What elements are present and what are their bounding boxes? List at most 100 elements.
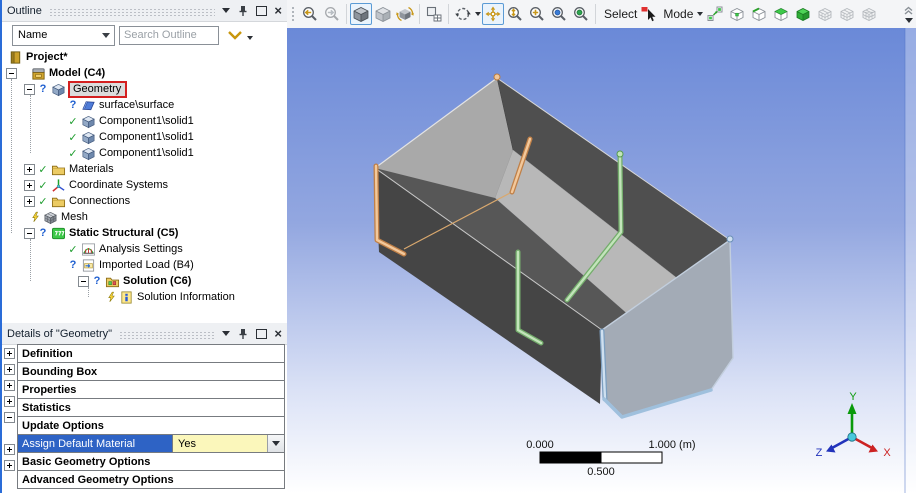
tree-item-imported-load[interactable]: ? Imported Load (B4): [2, 257, 285, 273]
details-expander-advanced-geometry-options[interactable]: [4, 460, 15, 471]
panel-menu-caret-icon[interactable]: [222, 331, 230, 336]
details-expander-statistics[interactable]: [4, 396, 15, 407]
shaded-exterior-view-button[interactable]: [350, 3, 372, 25]
select-face-button[interactable]: [770, 3, 792, 25]
details-category-bounding-box[interactable]: Bounding Box: [17, 362, 285, 381]
pin-icon[interactable]: [237, 328, 249, 340]
details-category-update-options[interactable]: Update Options: [17, 416, 285, 435]
tree-item-solid3[interactable]: ✓ Component1\solid1: [2, 145, 285, 161]
expand-expander[interactable]: [24, 180, 35, 191]
details-expander-bounding-box[interactable]: [4, 364, 15, 375]
zoom-to-fit-button[interactable]: [548, 3, 570, 25]
float-window-icon[interactable]: [256, 329, 267, 339]
graphics-viewport[interactable]: 0.000 1.000 (m) 0.500 Y X Z: [287, 28, 916, 493]
previous-view-button[interactable]: [299, 3, 321, 25]
filter-type-dropdown[interactable]: Name: [12, 25, 115, 46]
fit-selection-button[interactable]: [570, 3, 592, 25]
extend-selection-button[interactable]: [704, 3, 726, 25]
pin-icon[interactable]: [237, 5, 249, 17]
details-panel-header: Details of "Geometry" ×: [2, 323, 287, 345]
surface-body-icon: [81, 98, 96, 113]
float-window-icon[interactable]: [256, 6, 267, 16]
chevron-down-icon: [475, 12, 481, 16]
collapse-expander[interactable]: [24, 84, 35, 95]
viewports-button[interactable]: [423, 3, 445, 25]
next-view-button[interactable]: [321, 3, 343, 25]
details-category-statistics[interactable]: Statistics: [17, 398, 285, 417]
pan-button[interactable]: [482, 3, 504, 25]
tree-item-coordinate-systems[interactable]: ✓ Coordinate Systems: [2, 177, 285, 193]
question-status-icon: ?: [37, 227, 49, 239]
tree-item-solution[interactable]: ? Solution (C6): [2, 273, 285, 289]
collapse-expander[interactable]: [78, 276, 89, 287]
expand-search-chevron-icon[interactable]: [227, 29, 243, 41]
details-expander-definition[interactable]: [4, 348, 15, 359]
select-mesh-element-face-button[interactable]: [836, 3, 858, 25]
toolbar-drag-handle[interactable]: [291, 6, 296, 22]
tree-item-model[interactable]: Model (C4): [2, 65, 285, 81]
tree-item-analysis-settings[interactable]: ✓ Analysis Settings: [2, 241, 285, 257]
panel-menu-caret-icon[interactable]: [222, 8, 230, 13]
dropdown-button[interactable]: [267, 435, 284, 452]
collapse-expander[interactable]: [24, 228, 35, 239]
coordinate-systems-icon: [51, 178, 66, 193]
details-expander-properties[interactable]: [4, 380, 15, 391]
tree-item-static-structural[interactable]: ? Static Structural (C5): [2, 225, 285, 241]
details-property-row: Assign Default Material Yes: [17, 434, 285, 453]
search-input[interactable]: [119, 26, 219, 45]
toolbar-separator: [346, 4, 347, 24]
close-icon[interactable]: ×: [274, 329, 282, 339]
close-icon[interactable]: ×: [274, 6, 282, 16]
triad-origin-sphere: [848, 433, 856, 441]
static-structural-icon: [51, 226, 66, 241]
mode-label[interactable]: Mode: [663, 7, 693, 21]
x-axis-label: X: [883, 447, 891, 459]
rotate-dropdown-caret[interactable]: [474, 3, 482, 25]
tree-item-project[interactable]: Project*: [2, 49, 285, 65]
tree-item-materials[interactable]: ✓ Materials: [2, 161, 285, 177]
window-left-border: [0, 0, 2, 493]
select-mesh-element-button[interactable]: [858, 3, 880, 25]
select-label: Select: [604, 7, 637, 21]
collapse-expander[interactable]: [6, 68, 17, 79]
select-mesh-node-button[interactable]: [814, 3, 836, 25]
project-icon: [8, 50, 23, 65]
expand-expander[interactable]: [24, 196, 35, 207]
mode-dropdown-caret[interactable]: [696, 3, 704, 25]
property-value-dropdown[interactable]: Yes: [172, 435, 284, 452]
details-expander-update-options[interactable]: [4, 412, 15, 423]
select-cursor-icon: [640, 5, 658, 23]
tree-item-solution-information[interactable]: Solution Information: [2, 289, 285, 305]
tree-item-geometry[interactable]: ? Geometry: [2, 81, 285, 97]
search-options-caret-icon[interactable]: [247, 36, 253, 40]
solid-body-icon: [81, 114, 96, 129]
rotate-cube-button[interactable]: [394, 3, 416, 25]
details-category-advanced-geometry-options[interactable]: Advanced Geometry Options: [17, 470, 285, 489]
geometry-icon: [51, 82, 66, 97]
tree-item-connections[interactable]: ✓ Connections: [2, 193, 285, 209]
property-label-assign-default-material[interactable]: Assign Default Material: [18, 435, 172, 452]
tree-item-mesh[interactable]: Mesh: [2, 209, 285, 225]
details-category-basic-geometry-options[interactable]: Basic Geometry Options: [17, 452, 285, 471]
expand-expander[interactable]: [24, 164, 35, 175]
chevron-down-icon: [102, 33, 110, 38]
tree-item-solid2[interactable]: ✓ Component1\solid1: [2, 129, 285, 145]
tree-item-surface[interactable]: ? surface\surface: [2, 97, 285, 113]
toolbar-overflow-chevron-icon[interactable]: [903, 6, 914, 16]
rotate-button[interactable]: [452, 3, 474, 25]
wireframe-view-button[interactable]: [372, 3, 394, 25]
toolbar-separator: [419, 4, 420, 24]
solid-body-icon: [81, 130, 96, 145]
select-body-button[interactable]: [792, 3, 814, 25]
zoom-button[interactable]: [504, 3, 526, 25]
question-status-icon: ?: [67, 99, 79, 111]
graphics-toolbar: Select Mode: [287, 0, 916, 28]
select-vertex-button[interactable]: [726, 3, 748, 25]
select-edge-button[interactable]: [748, 3, 770, 25]
tree-item-solid1[interactable]: ✓ Component1\solid1: [2, 113, 285, 129]
toolbar-options-caret-icon[interactable]: [905, 18, 913, 23]
details-expander-basic-geometry-options[interactable]: [4, 444, 15, 455]
details-category-definition[interactable]: Definition: [17, 344, 285, 363]
box-zoom-button[interactable]: [526, 3, 548, 25]
details-category-properties[interactable]: Properties: [17, 380, 285, 399]
